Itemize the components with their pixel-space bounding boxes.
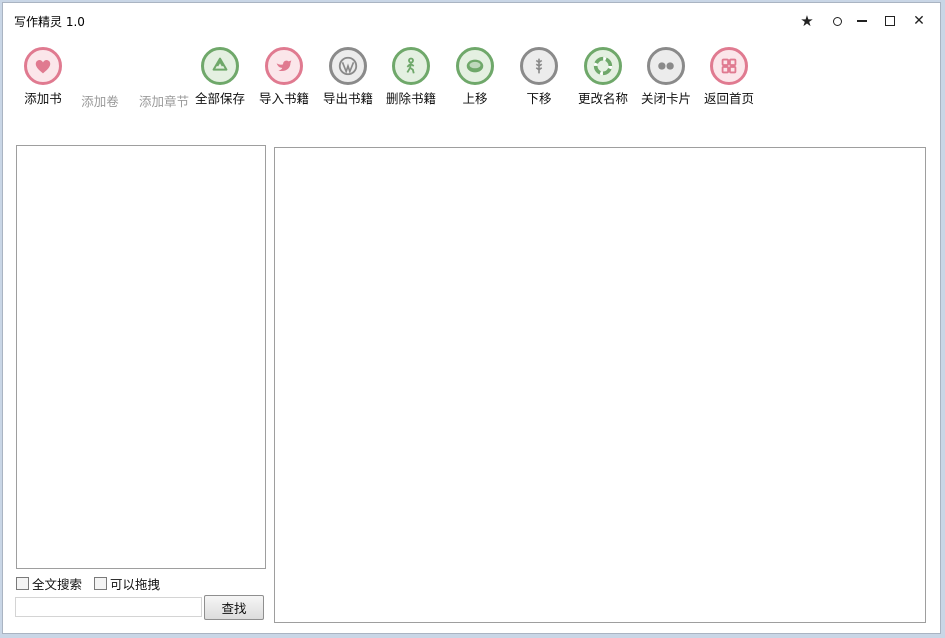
toolbar-button-label: 添加书 [24,91,62,106]
toolbar-button-label: 上移 [462,91,488,106]
fulltext-search-checkbox[interactable]: 全文搜索 [16,574,82,593]
toolbar-button-6[interactable]: 删除书籍 [379,47,443,111]
toolbar-button-5[interactable]: 导出书籍 [316,47,380,111]
circle-icon[interactable] [826,11,848,31]
recycle-icon [201,47,239,85]
walker-icon [392,47,430,85]
disc-icon [456,47,494,85]
search-button[interactable]: 查找 [204,595,264,620]
toolbar-button-label: 关闭卡片 [640,91,691,106]
search-input[interactable] [15,597,202,617]
toolbar-button-11[interactable]: 返回首页 [697,47,761,111]
lifebuoy-icon [584,47,622,85]
minimize-button[interactable] [851,11,873,31]
maximize-button[interactable] [879,11,901,31]
toolbar-button-label: 下移 [526,91,552,106]
toolbar-button-4[interactable]: 导入书籍 [252,47,316,111]
toolbar: 添加书 添加卷 添加章节 全部保存 导入书籍 导出书籍 删除书籍 上移 下移 更改名称 关闭卡片 返回… [3,47,940,113]
title-bar: 写作精灵 1.0 ★ ✕ [3,3,940,37]
toolbar-button-label: 添加卷 [81,94,119,109]
toolbar-button-label: 更改名称 [577,91,628,106]
toolbar-button-3[interactable]: 全部保存 [188,47,252,111]
checkbox-box[interactable] [16,577,29,590]
flickr-icon [647,47,685,85]
close-button[interactable]: ✕ [908,11,930,31]
toolbar-button-label: 导入书籍 [258,91,309,106]
toolbar-button-0[interactable]: 添加书 [11,47,75,111]
twitter-bird-icon [265,47,303,85]
toolbar-button-9[interactable]: 更改名称 [571,47,635,111]
toolbar-button-1[interactable]: 添加卷 [68,47,132,152]
toolbar-button-8[interactable]: 下移 [507,47,571,111]
draggable-label: 可以拖拽 [110,577,161,592]
checkbox-box[interactable] [94,577,107,590]
app-window: 写作精灵 1.0 ★ ✕ 添加书 添加卷 添加章节 全部保存 导入书籍 导出书籍 删除书籍 上… [2,2,941,634]
heart-icon [24,47,62,85]
toolbar-button-label: 返回首页 [703,91,754,106]
editor-panel[interactable] [274,147,926,623]
toolbar-button-2[interactable]: 添加章节 [132,47,196,152]
wordpress-icon [329,47,367,85]
draggable-checkbox[interactable]: 可以拖拽 [94,574,160,593]
star-icon[interactable]: ★ [796,11,818,31]
toolbar-button-7[interactable]: 上移 [443,47,507,111]
fulltext-search-label: 全文搜索 [32,577,83,592]
grid-icon [710,47,748,85]
toolbar-button-10[interactable]: 关闭卡片 [634,47,698,111]
toolbar-button-label: 添加章节 [138,94,189,109]
book-tree-panel[interactable] [16,145,266,569]
window-title: 写作精灵 1.0 [14,15,85,29]
toolbar-button-label: 导出书籍 [322,91,373,106]
wheat-icon [520,47,558,85]
toolbar-button-label: 删除书籍 [385,91,436,106]
toolbar-button-label: 全部保存 [194,91,245,106]
